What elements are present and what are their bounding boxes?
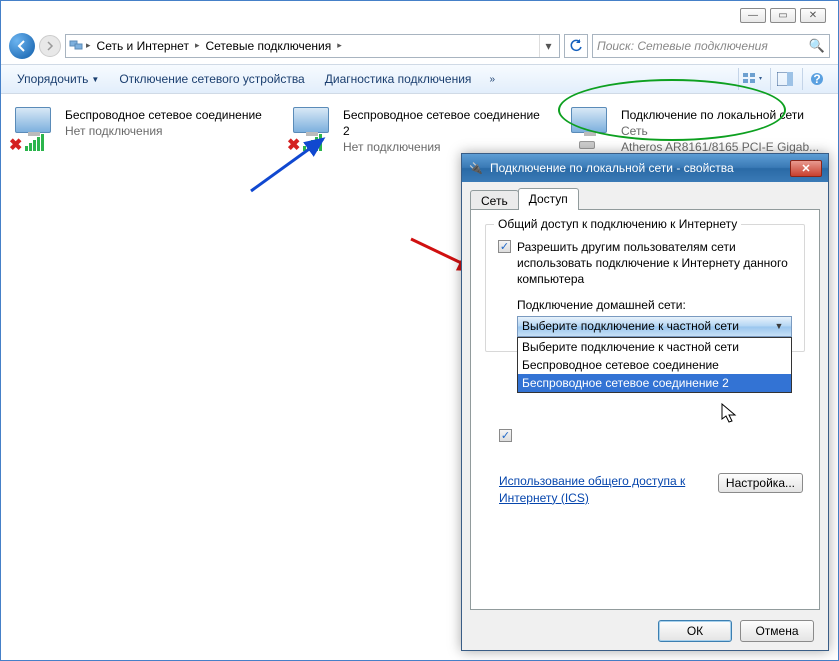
disable-device-button[interactable]: Отключение сетевого устройства: [111, 69, 312, 89]
breadcrumb-segment[interactable]: Сеть и Интернет: [93, 37, 193, 55]
view-menu[interactable]: [738, 68, 766, 90]
tab-access[interactable]: Доступ: [518, 188, 579, 210]
combo-option[interactable]: Выберите подключение к частной сети: [518, 338, 791, 356]
refresh-button[interactable]: [564, 34, 588, 58]
breadcrumb-segment[interactable]: Сетевые подключения: [201, 37, 335, 55]
properties-dialog: 🔌 Подключение по локальной сети - свойст…: [461, 153, 829, 651]
search-input[interactable]: Поиск: Сетевые подключения 🔍: [592, 34, 830, 58]
diagnose-button[interactable]: Диагностика подключения: [317, 69, 480, 89]
maximize-button[interactable]: ▭: [770, 8, 796, 23]
ics-help-link[interactable]: Использование общего доступа к Интернету…: [499, 474, 685, 505]
connection-name: Подключение по локальной сети: [621, 107, 827, 123]
cancel-button[interactable]: Отмена: [740, 620, 814, 642]
wifi-connection-icon: ✖: [287, 107, 335, 151]
combo-option[interactable]: Беспроводное сетевое соединение: [518, 356, 791, 374]
breadcrumb-arrow-icon: ▸: [337, 40, 342, 51]
allow-sharing-label: Разрешить другим пользователям сети испо…: [517, 239, 792, 288]
lan-connection-icon: [565, 107, 613, 151]
minimize-button[interactable]: —: [740, 8, 766, 23]
chevron-down-icon: ▼: [771, 321, 787, 331]
search-icon: 🔍: [809, 38, 825, 54]
address-bar[interactable]: ▸ Сеть и Интернет ▸ Сетевые подключения …: [65, 34, 560, 58]
organize-menu[interactable]: Упорядочить▼: [9, 69, 107, 89]
groupbox-label: Общий доступ к подключению к Интернету: [494, 217, 741, 231]
connection-label: Сеть: [621, 123, 827, 139]
dialog-title: Подключение по локальной сети - свойства: [490, 161, 784, 175]
connection-name: Беспроводное сетевое соединение: [65, 107, 271, 123]
search-placeholder: Поиск: Сетевые подключения: [597, 39, 768, 53]
back-button[interactable]: [9, 33, 35, 59]
home-connection-combo[interactable]: Выберите подключение к частной сети ▼ Вы…: [517, 316, 792, 337]
allow-sharing-checkbox[interactable]: ✓: [498, 240, 511, 253]
address-dropdown[interactable]: ▾: [539, 35, 557, 57]
combo-dropdown: Выберите подключение к частной сети Бесп…: [517, 337, 792, 393]
combo-value: Выберите подключение к частной сети: [522, 319, 771, 333]
dialog-titlebar[interactable]: 🔌 Подключение по локальной сети - свойст…: [462, 154, 828, 182]
svg-text:?: ?: [813, 72, 820, 86]
dialog-close-button[interactable]: ✕: [790, 160, 822, 177]
ok-button[interactable]: ОК: [658, 620, 732, 642]
dialog-icon: 🔌: [468, 160, 484, 176]
connection-item[interactable]: ✖ Беспроводное сетевое соединение 2 Нет …: [283, 103, 553, 160]
breadcrumb-arrow-icon: ▸: [86, 40, 91, 51]
preview-pane-button[interactable]: [770, 68, 798, 90]
combo-option[interactable]: Беспроводное сетевое соединение 2: [518, 374, 791, 392]
setup-button[interactable]: Настройка...: [718, 473, 803, 493]
connection-item[interactable]: ✖ Беспроводное сетевое соединение Нет по…: [5, 103, 275, 160]
help-button[interactable]: ?: [802, 68, 830, 90]
network-icon: [68, 38, 84, 54]
forward-button: [39, 35, 61, 57]
connection-item[interactable]: Подключение по локальной сети Сеть Ather…: [561, 103, 831, 160]
connection-name: Беспроводное сетевое соединение 2: [343, 107, 549, 139]
connection-status: Нет подключения: [65, 123, 271, 139]
allow-control-checkbox[interactable]: ✓: [499, 429, 512, 442]
home-connection-label: Подключение домашней сети:: [517, 298, 792, 312]
close-button[interactable]: ✕: [800, 8, 826, 23]
tab-network[interactable]: Сеть: [470, 190, 519, 209]
wifi-connection-icon: ✖: [9, 107, 57, 151]
toolbar-overflow[interactable]: »: [483, 71, 501, 88]
breadcrumb-arrow-icon: ▸: [195, 40, 200, 51]
